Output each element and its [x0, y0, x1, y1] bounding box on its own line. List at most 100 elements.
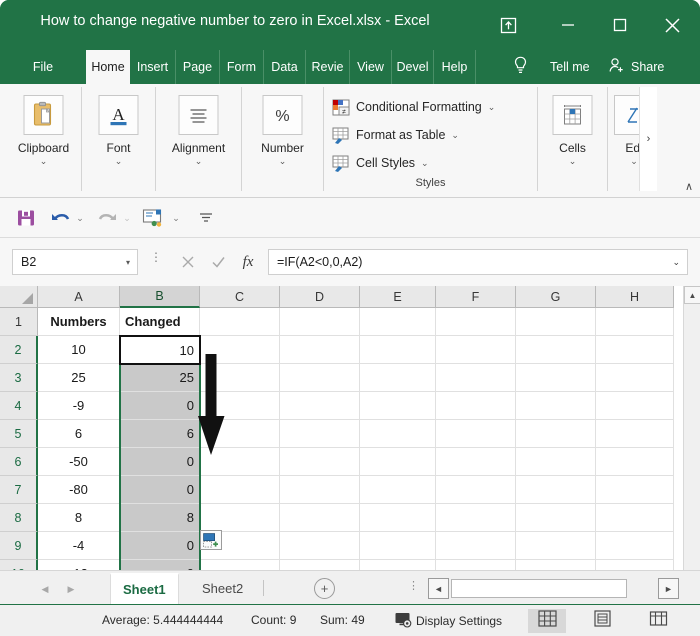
save-icon[interactable] — [14, 206, 38, 230]
tab-insert[interactable]: Insert — [130, 50, 176, 84]
tab-developer[interactable]: Devel — [392, 50, 434, 84]
tab-review[interactable]: Revie — [306, 50, 350, 84]
cell-a4[interactable]: -9 — [38, 392, 120, 420]
ribbon-group-number[interactable]: % Number ⌄ — [242, 87, 324, 191]
cell-f6[interactable] — [436, 448, 516, 476]
cell-g9[interactable] — [516, 532, 596, 560]
name-box[interactable]: B2 ▾ — [12, 249, 138, 275]
enter-check-icon[interactable] — [206, 251, 230, 273]
cell-b5[interactable]: 6 — [120, 420, 200, 448]
cell-b1[interactable]: Changed — [120, 308, 200, 336]
row-header-5[interactable]: 5 — [0, 420, 38, 448]
tab-help[interactable]: Help — [434, 50, 476, 84]
touch-mode-dropdown-caret[interactable]: ⌄ — [170, 206, 182, 230]
ribbon-group-font[interactable]: A Font ⌄ — [82, 87, 156, 191]
vertical-scrollbar[interactable]: ▲ — [683, 286, 700, 570]
cell-f1[interactable] — [436, 308, 516, 336]
cell-h9[interactable] — [596, 532, 674, 560]
cell-e3[interactable] — [360, 364, 436, 392]
tab-data[interactable]: Data — [264, 50, 306, 84]
sheet-bar-grip[interactable]: ⋮ — [408, 582, 418, 591]
normal-view-button[interactable] — [528, 609, 566, 633]
cell-a3[interactable]: 25 — [38, 364, 120, 392]
maximize-icon[interactable] — [597, 9, 643, 41]
redo-icon[interactable] — [95, 206, 119, 230]
tab-home[interactable]: Home — [86, 50, 130, 84]
cell-g1[interactable] — [516, 308, 596, 336]
cell-e2[interactable] — [360, 336, 436, 364]
cell-d4[interactable] — [280, 392, 360, 420]
horizontal-scroll-thumb[interactable] — [451, 579, 627, 598]
cell-e6[interactable] — [360, 448, 436, 476]
expand-formula-bar-caret[interactable]: ⌄ — [672, 257, 680, 268]
ribbon-group-cells[interactable]: Cells ⌄ — [538, 87, 608, 191]
cell-d2[interactable] — [280, 336, 360, 364]
customize-quick-access-icon[interactable] — [196, 206, 216, 230]
cell-a1[interactable]: Numbers — [38, 308, 120, 336]
select-all-corner[interactable] — [0, 286, 38, 308]
column-header-a[interactable]: A — [38, 286, 120, 308]
format-as-table-button[interactable]: Format as Table ⌄ — [332, 123, 459, 147]
sheet-next-arrow-icon[interactable]: ▶ — [60, 580, 82, 598]
row-header-8[interactable]: 8 — [0, 504, 38, 532]
cell-b6[interactable]: 0 — [120, 448, 200, 476]
cell-f4[interactable] — [436, 392, 516, 420]
cell-g5[interactable] — [516, 420, 596, 448]
cell-a5[interactable]: 6 — [38, 420, 120, 448]
tab-page-layout[interactable]: Page — [176, 50, 220, 84]
row-header-3[interactable]: 3 — [0, 364, 38, 392]
row-header-7[interactable]: 7 — [0, 476, 38, 504]
tab-formulas[interactable]: Form — [220, 50, 264, 84]
chevron-down-icon[interactable]: ⌄ — [40, 157, 48, 165]
cell-d7[interactable] — [280, 476, 360, 504]
conditional-formatting-button[interactable]: ≠ Conditional Formatting ⌄ — [332, 95, 495, 119]
ribbon-overflow-button[interactable]: › — [639, 87, 657, 191]
undo-dropdown-caret[interactable]: ⌄ — [74, 206, 86, 230]
scroll-left-arrow-icon[interactable]: ◄ — [428, 578, 449, 599]
cell-b8[interactable]: 8 — [120, 504, 200, 532]
minimize-icon[interactable] — [545, 9, 591, 41]
sheet-prev-arrow-icon[interactable]: ◀ — [34, 580, 56, 598]
column-header-h[interactable]: H — [596, 286, 674, 308]
cell-g6[interactable] — [516, 448, 596, 476]
cell-d6[interactable] — [280, 448, 360, 476]
cell-e7[interactable] — [360, 476, 436, 504]
chevron-down-icon[interactable]: ▾ — [126, 258, 130, 267]
cell-e4[interactable] — [360, 392, 436, 420]
column-header-e[interactable]: E — [360, 286, 436, 308]
cell-h1[interactable] — [596, 308, 674, 336]
cell-a2[interactable]: 10 — [38, 336, 120, 364]
cell-f2[interactable] — [436, 336, 516, 364]
tab-view[interactable]: View — [350, 50, 392, 84]
ribbon-display-options-icon[interactable] — [485, 9, 531, 41]
formula-input[interactable]: =IF(A2<0,0,A2) ⌄ — [268, 249, 688, 275]
ribbon-group-clipboard[interactable]: Clipboard ⌄ — [6, 87, 82, 191]
column-header-c[interactable]: C — [200, 286, 280, 308]
cell-h3[interactable] — [596, 364, 674, 392]
cell-a9[interactable]: -4 — [38, 532, 120, 560]
cell-styles-button[interactable]: Cell Styles ⌄ — [332, 151, 429, 175]
cell-b3[interactable]: 25 — [120, 364, 200, 392]
touch-mouse-mode-icon[interactable] — [140, 206, 166, 230]
cell-g8[interactable] — [516, 504, 596, 532]
cell-b4[interactable]: 0 — [120, 392, 200, 420]
cell-d3[interactable] — [280, 364, 360, 392]
cell-g2[interactable] — [516, 336, 596, 364]
cell-f9[interactable] — [436, 532, 516, 560]
cell-c1[interactable] — [200, 308, 280, 336]
cell-e1[interactable] — [360, 308, 436, 336]
chevron-down-icon[interactable]: ⌄ — [488, 102, 496, 113]
row-header-1[interactable]: 1 — [0, 308, 38, 336]
row-header-2[interactable]: 2 — [0, 336, 38, 364]
horizontal-scrollbar[interactable]: ◄ ► — [428, 578, 692, 599]
fx-icon[interactable]: fx — [236, 251, 260, 273]
sheet-tab-sheet1[interactable]: Sheet1 — [110, 573, 179, 604]
scroll-right-arrow-icon[interactable]: ► — [658, 578, 679, 599]
sheet-tab-sheet2[interactable]: Sheet2 — [190, 573, 255, 604]
cell-h6[interactable] — [596, 448, 674, 476]
cell-f3[interactable] — [436, 364, 516, 392]
cell-b7[interactable]: 0 — [120, 476, 200, 504]
cell-e9[interactable] — [360, 532, 436, 560]
column-header-g[interactable]: G — [516, 286, 596, 308]
row-header-6[interactable]: 6 — [0, 448, 38, 476]
